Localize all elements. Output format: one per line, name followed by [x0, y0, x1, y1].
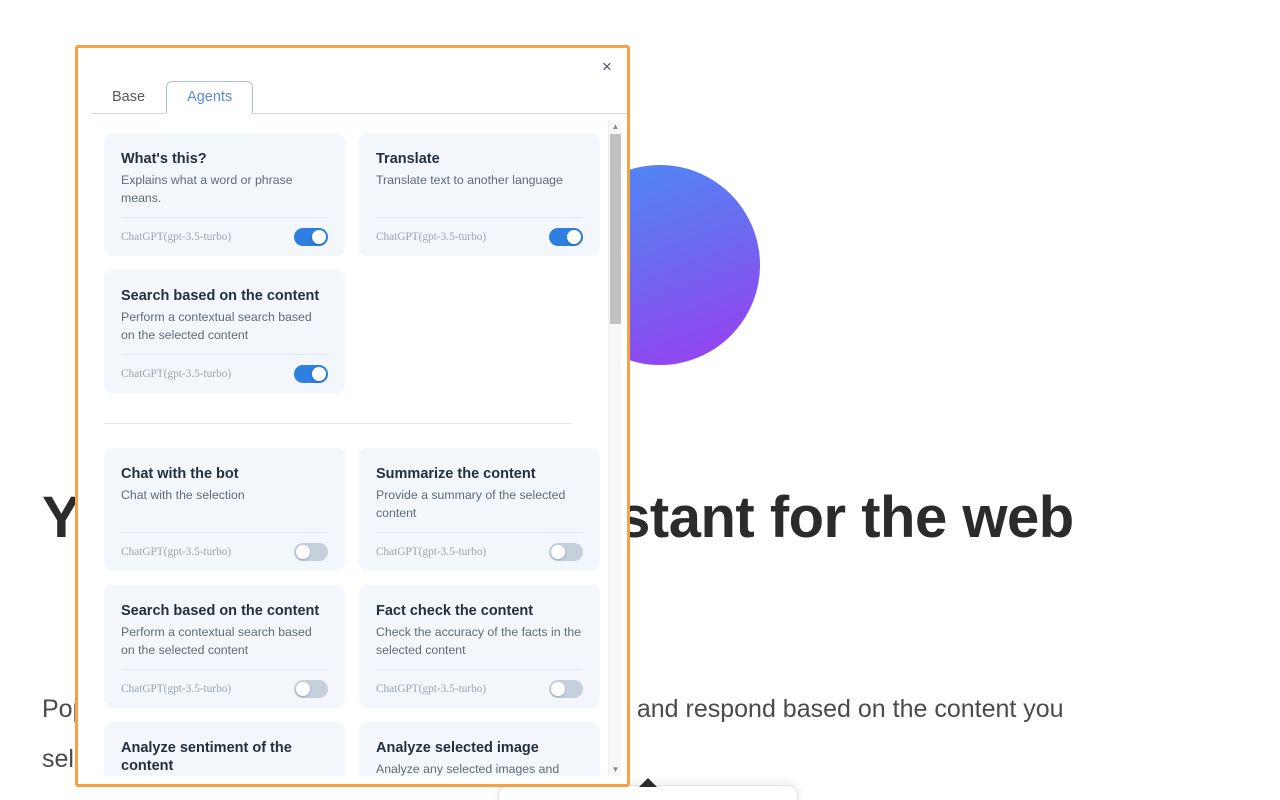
- tab-bar-filler: [253, 81, 627, 114]
- modal-tab-bar: Base Agents: [91, 81, 627, 114]
- agent-enable-toggle[interactable]: [294, 365, 328, 383]
- toggle-knob: [296, 682, 310, 696]
- agent-model-label: ChatGPT(gpt-3.5-turbo): [121, 546, 232, 558]
- agent-card-footer: ChatGPT(gpt-3.5-turbo): [121, 354, 328, 383]
- agent-card: Summarize the content Provide a summary o…: [359, 448, 600, 571]
- toggle-knob: [296, 545, 310, 559]
- agent-card-description: Chat with the selection: [121, 488, 245, 502]
- agent-card-description: Explains what a word or phrase means.: [121, 173, 293, 205]
- close-icon[interactable]: ×: [596, 55, 618, 77]
- agent-model-label: ChatGPT(gpt-3.5-turbo): [376, 546, 487, 558]
- toggle-knob: [312, 230, 326, 244]
- agent-card: Search based on the content Perform a con…: [104, 585, 345, 708]
- agents-grid: What's this? Explains what a word or phra…: [91, 120, 606, 776]
- agent-card-description: Check the accuracy of the facts in the s…: [376, 625, 582, 657]
- tab-agents[interactable]: Agents: [166, 81, 254, 114]
- agent-model-label: ChatGPT(gpt-3.5-turbo): [121, 368, 232, 380]
- agent-card: Translate Translate text to another langu…: [359, 133, 600, 256]
- agent-card: What's this? Explains what a word or phra…: [104, 133, 345, 256]
- scrollbar-thumb[interactable]: [610, 134, 621, 324]
- agent-card-footer: ChatGPT(gpt-3.5-turbo): [376, 217, 583, 246]
- toggle-knob: [312, 367, 326, 381]
- agent-card-title: Fact check the content: [376, 603, 534, 619]
- scroll-up-arrow-icon[interactable]: ▲: [609, 120, 622, 133]
- tab-base[interactable]: Base: [91, 81, 167, 114]
- agent-card-title: Search based on the content: [121, 288, 320, 304]
- agent-card-description: Perform a contextual search based on the…: [121, 310, 312, 342]
- agent-card-title: Analyze selected image: [376, 740, 539, 756]
- agent-card-footer: ChatGPT(gpt-3.5-turbo): [121, 669, 328, 698]
- agent-card-title: Translate: [376, 151, 440, 167]
- agent-model-label: ChatGPT(gpt-3.5-turbo): [121, 683, 232, 695]
- agent-model-label: ChatGPT(gpt-3.5-turbo): [121, 231, 232, 243]
- agent-enable-toggle[interactable]: [549, 680, 583, 698]
- agents-section-divider: [104, 423, 572, 424]
- agent-card-title: Summarize the content: [376, 466, 536, 482]
- agent-card-title: Chat with the bot: [121, 466, 239, 482]
- agent-card-footer: ChatGPT(gpt-3.5-turbo): [121, 217, 328, 246]
- page-root: Your personal AI assistant for the web P…: [0, 0, 1280, 800]
- agent-card: Chat with the bot Chat with the selection…: [104, 448, 345, 571]
- vertical-scrollbar[interactable]: ▲ ▼: [608, 120, 621, 776]
- agent-card-description: Perform a contextual search based on the…: [121, 625, 312, 657]
- agents-settings-modal: × Base Agents What's this? Explains what …: [75, 45, 630, 787]
- agent-enable-toggle[interactable]: [294, 543, 328, 561]
- agent-model-label: ChatGPT(gpt-3.5-turbo): [376, 231, 487, 243]
- agent-card: Analyze selected image Analyze any select…: [359, 722, 600, 776]
- agent-card: Search based on the content Perform a con…: [104, 270, 345, 393]
- floating-popup-card: [498, 785, 798, 800]
- agent-card-description: Analyze any selected images and provide …: [376, 762, 560, 776]
- scroll-down-arrow-icon[interactable]: ▼: [609, 763, 622, 776]
- agent-card-description: Translate text to another language: [376, 173, 563, 187]
- toggle-knob: [551, 545, 565, 559]
- agent-card-title: What's this?: [121, 151, 207, 167]
- agent-card-footer: ChatGPT(gpt-3.5-turbo): [376, 669, 583, 698]
- agent-model-label: ChatGPT(gpt-3.5-turbo): [376, 683, 487, 695]
- agent-enable-toggle[interactable]: [294, 228, 328, 246]
- agent-enable-toggle[interactable]: [294, 680, 328, 698]
- toggle-knob: [567, 230, 581, 244]
- agent-card-title: Analyze sentiment of the content: [121, 740, 292, 774]
- toggle-knob: [551, 682, 565, 696]
- agent-enable-toggle[interactable]: [549, 228, 583, 246]
- agent-card-footer: ChatGPT(gpt-3.5-turbo): [376, 532, 583, 561]
- agent-card: Analyze sentiment of the contentAnalyze …: [104, 722, 345, 776]
- agent-card-title: Search based on the content: [121, 603, 320, 619]
- agent-card: Fact check the content Check the accuracy…: [359, 585, 600, 708]
- agent-card-description: Provide a summary of the selected conten…: [376, 488, 566, 520]
- agents-scroll-panel[interactable]: What's this? Explains what a word or phra…: [91, 120, 622, 776]
- agent-card-footer: ChatGPT(gpt-3.5-turbo): [121, 532, 328, 561]
- agent-enable-toggle[interactable]: [549, 543, 583, 561]
